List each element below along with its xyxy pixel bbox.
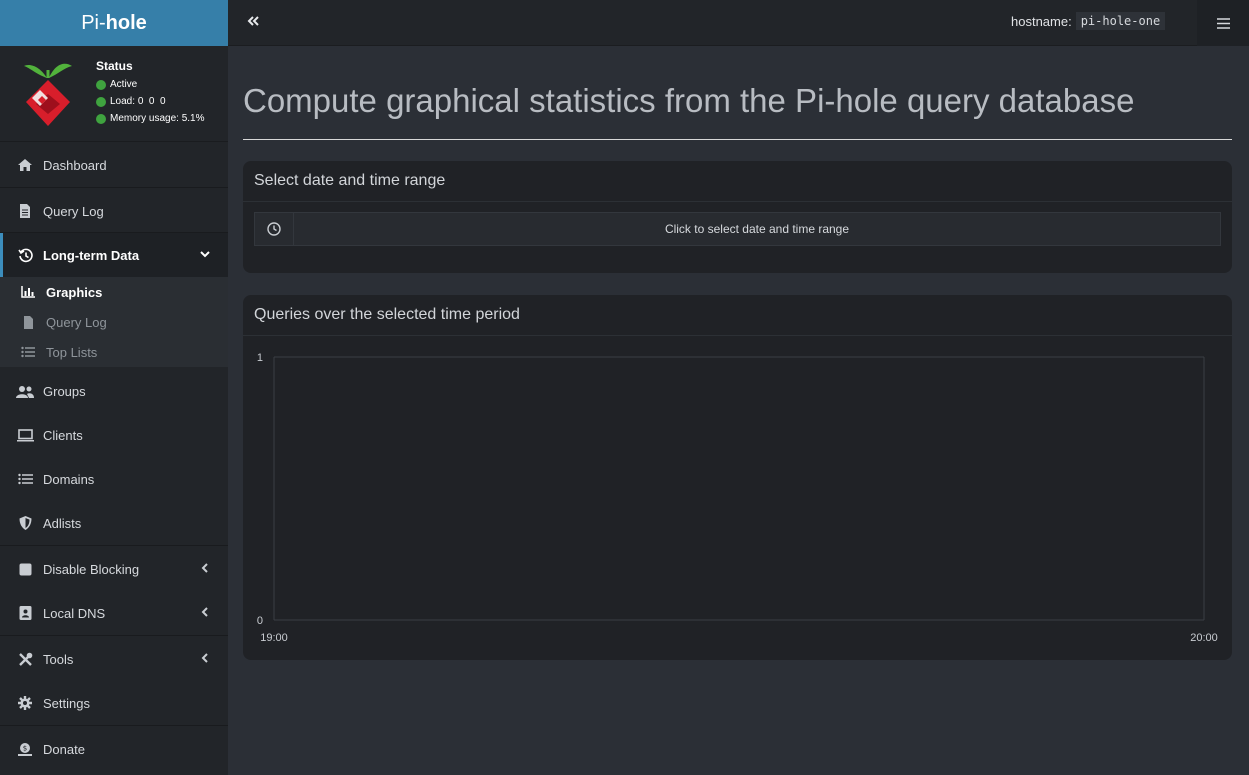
sidebar-item-label: Long-term Data [43,247,140,263]
y-tick-label: 0 [257,615,263,627]
queries-chart: 0 1 19:00 20:00 [243,337,1232,659]
load-dot-icon [96,96,106,107]
sidebar: Pi-hole Status Active Load: 0 0 0 Memory… [0,0,228,775]
memory-label: Memory usage: [110,113,179,124]
status-memory-line: Memory usage: 5.1% [96,110,205,127]
clock-icon [267,222,281,236]
tools-icon [16,652,34,666]
load-value: 0 0 0 [137,96,166,107]
title-divider [243,139,1232,140]
donate-icon: $ [16,742,34,756]
history-icon [16,248,34,262]
svg-text:$: $ [23,745,27,753]
bar-chart-icon [20,286,36,298]
file-icon [16,204,34,218]
submenu-item-top-lists[interactable]: Top Lists [0,337,228,367]
sidebar-item-adlists[interactable]: Adlists [0,501,228,545]
home-icon [16,158,34,172]
sidebar-item-donate[interactable]: $ Donate [0,727,228,771]
status-block: Status Active Load: 0 0 0 Memory usage: … [96,59,205,127]
top-navbar: hostname: pi-hole-one [228,0,1249,46]
sidebar-item-query-log[interactable]: Query Log [0,189,228,233]
sidebar-item-label: Tools [43,651,74,667]
submenu-item-label: Graphics [46,284,103,300]
sidebar-item-label: Query Log [43,203,104,219]
sidebar-item-settings[interactable]: Settings [0,681,228,725]
sidebar-item-label: Adlists [43,515,82,531]
divider [0,545,228,546]
shield-icon [16,516,34,530]
divider [0,187,228,188]
sidebar-item-label: Dashboard [43,157,107,173]
date-range-picker[interactable]: Click to select date and time range [254,212,1221,246]
status-active-line: Active [96,76,205,93]
sidebar-item-label: Groups [43,383,86,399]
sidebar-item-disable-blocking[interactable]: Disable Blocking [0,547,228,591]
file-icon [20,315,36,329]
hostname-display: hostname: pi-hole-one [1011,12,1166,30]
address-book-icon [16,606,34,620]
box-title: Select date and time range [243,161,1232,202]
gear-icon [16,696,34,710]
users-icon [16,384,34,398]
sidebar-item-tools[interactable]: Tools [0,637,228,681]
status-dot-icon [96,79,106,90]
sidebar-item-label: Local DNS [43,605,106,621]
box-title: Queries over the selected time period [243,295,1232,336]
queries-chart-box: Queries over the selected time period 0 1… [243,295,1232,660]
sidebar-item-label: Disable Blocking [43,561,140,577]
chart-svg: 0 1 19:00 20:00 [257,352,1218,644]
chevron-left-icon [201,653,208,663]
x-tick-label: 19:00 [260,632,288,644]
memory-value: 5.1% [181,113,205,124]
menu-toggle-button[interactable] [1197,0,1249,46]
divider [0,725,228,726]
sidebar-item-domains[interactable]: Domains [0,457,228,501]
y-tick-label: 1 [257,352,263,364]
sidebar-item-clients[interactable]: Clients [0,413,228,457]
chevron-left-icon [201,563,208,573]
status-active: Active [110,79,138,90]
chevron-down-icon [200,251,210,258]
sidebar-item-label: Donate [43,741,85,757]
sidebar-item-label: Domains [43,471,95,487]
status-title: Status [96,59,133,73]
long-term-submenu: Graphics Query Log Top Lists [0,277,228,367]
chevron-left-icon [201,607,208,617]
brand-prefix: Pi- [81,11,106,34]
sidebar-item-groups[interactable]: Groups [0,369,228,413]
status-panel: Status Active Load: 0 0 0 Memory usage: … [0,46,228,142]
page-title: Compute graphical statistics from the Pi… [243,82,1135,119]
hostname-value: pi-hole-one [1075,12,1166,30]
laptop-icon [16,428,34,442]
date-range-box: Select date and time range Click to sele… [243,161,1232,273]
divider [0,635,228,636]
clock-icon-addon [255,213,294,245]
brand-logo-link[interactable]: Pi-hole [0,0,228,46]
sidebar-item-label: Settings [43,695,90,711]
hamburger-icon [1216,17,1230,29]
stop-icon [16,562,34,576]
date-range-button[interactable]: Click to select date and time range [294,213,1220,245]
brand-bold: hole [105,11,147,34]
submenu-item-graphics[interactable]: Graphics [0,277,228,307]
x-tick-label: 20:00 [1190,632,1218,644]
hostname-label: hostname: [1011,13,1072,29]
sidebar-item-local-dns[interactable]: Local DNS [0,591,228,635]
submenu-item-label: Query Log [46,314,107,330]
load-label: Load: [110,96,136,107]
memory-dot-icon [96,113,106,124]
list-icon [20,346,36,358]
sidebar-collapse-icon[interactable] [246,14,260,28]
sidebar-item-long-term-data[interactable]: Long-term Data [0,233,228,277]
submenu-item-query-log[interactable]: Query Log [0,307,228,337]
submenu-item-label: Top Lists [46,344,98,360]
status-load-line: Load: 0 0 0 [96,93,205,110]
sidebar-item-label: Clients [43,427,83,443]
list-icon [16,472,34,486]
pihole-raspberry-logo [24,63,72,126]
sidebar-item-dashboard[interactable]: Dashboard [0,143,228,187]
